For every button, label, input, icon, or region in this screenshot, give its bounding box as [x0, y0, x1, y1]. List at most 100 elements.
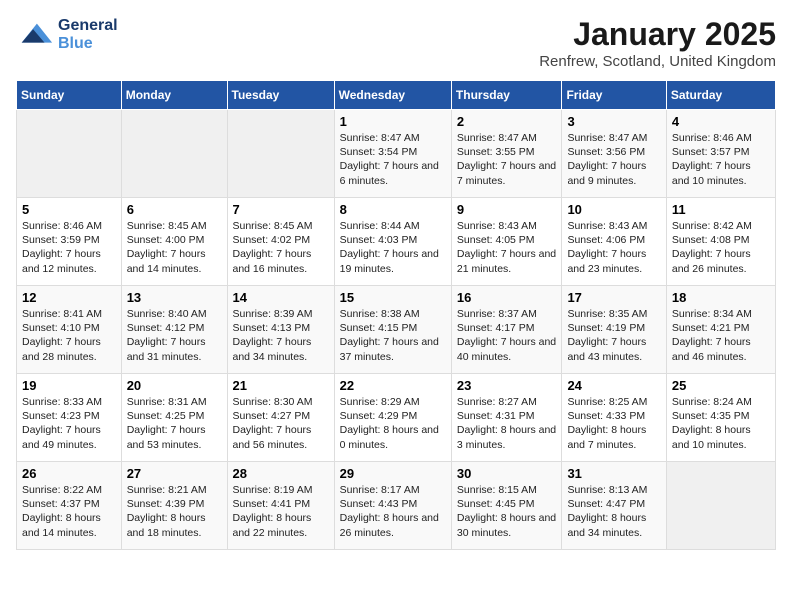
logo: General Blue: [16, 16, 118, 54]
day-number: 21: [233, 378, 329, 393]
header-saturday: Saturday: [666, 81, 775, 110]
calendar-table: SundayMondayTuesdayWednesdayThursdayFrid…: [16, 80, 776, 550]
day-number: 7: [233, 202, 329, 217]
calendar-cell: 30Sunrise: 8:15 AMSunset: 4:45 PMDayligh…: [451, 462, 562, 550]
calendar-cell: 26 Sunrise: 8:22 AMSunset: 4:37 PMDayligh…: [17, 462, 122, 550]
calendar-cell: 16Sunrise: 8:37 AMSunset: 4:17 PMDayligh…: [451, 286, 562, 374]
day-info: Sunrise: 8:46 AMSunset: 3:57 PMDaylight:…: [672, 131, 770, 188]
calendar-cell: 12 Sunrise: 8:41 AMSunset: 4:10 PMDayligh…: [17, 286, 122, 374]
calendar-cell: 31 Sunrise: 8:13 AMSunset: 4:47 PMDayligh…: [562, 462, 666, 550]
day-info: Sunrise: 8:13 AMSunset: 4:47 PMDaylight:…: [567, 483, 660, 540]
day-info: Sunrise: 8:39 AMSunset: 4:13 PMDaylight:…: [233, 307, 329, 364]
day-info: Sunrise: 8:41 AMSunset: 4:10 PMDaylight:…: [22, 307, 116, 364]
day-info: Sunrise: 8:19 AMSunset: 4:41 PMDaylight:…: [233, 483, 329, 540]
header-tuesday: Tuesday: [227, 81, 334, 110]
day-number: 5: [22, 202, 116, 217]
day-info: Sunrise: 8:15 AMSunset: 4:45 PMDaylight:…: [457, 483, 557, 540]
calendar-cell: 14 Sunrise: 8:39 AMSunset: 4:13 PMDayligh…: [227, 286, 334, 374]
calendar-cell: 21 Sunrise: 8:30 AMSunset: 4:27 PMDayligh…: [227, 374, 334, 462]
day-number: 20: [127, 378, 222, 393]
day-info: Sunrise: 8:38 AMSunset: 4:15 PMDaylight:…: [340, 307, 446, 364]
calendar-cell: 13Sunrise: 8:40 AMSunset: 4:12 PMDayligh…: [121, 286, 227, 374]
day-number: 22: [340, 378, 446, 393]
day-info: Sunrise: 8:47 AMSunset: 3:54 PMDaylight:…: [340, 131, 446, 188]
day-info: Sunrise: 8:44 AMSunset: 4:03 PMDaylight:…: [340, 219, 446, 276]
day-number: 3: [567, 114, 660, 129]
day-info: Sunrise: 8:43 AMSunset: 4:05 PMDaylight:…: [457, 219, 557, 276]
logo-icon: [16, 16, 54, 54]
calendar-cell: [227, 110, 334, 198]
day-info: Sunrise: 8:30 AMSunset: 4:27 PMDaylight:…: [233, 395, 329, 452]
day-info: Sunrise: 8:45 AMSunset: 4:00 PMDaylight:…: [127, 219, 222, 276]
day-info: Sunrise: 8:21 AMSunset: 4:39 PMDaylight:…: [127, 483, 222, 540]
day-number: 11: [672, 202, 770, 217]
day-info: Sunrise: 8:47 AMSunset: 3:56 PMDaylight:…: [567, 131, 660, 188]
calendar-cell: 3 Sunrise: 8:47 AMSunset: 3:56 PMDaylight…: [562, 110, 666, 198]
calendar-cell: 24 Sunrise: 8:25 AMSunset: 4:33 PMDayligh…: [562, 374, 666, 462]
day-number: 31: [567, 466, 660, 481]
day-info: Sunrise: 8:35 AMSunset: 4:19 PMDaylight:…: [567, 307, 660, 364]
day-info: Sunrise: 8:27 AMSunset: 4:31 PMDaylight:…: [457, 395, 557, 452]
calendar-cell: 23 Sunrise: 8:27 AMSunset: 4:31 PMDayligh…: [451, 374, 562, 462]
day-number: 6: [127, 202, 222, 217]
calendar-cell: 6 Sunrise: 8:45 AMSunset: 4:00 PMDaylight…: [121, 198, 227, 286]
header-thursday: Thursday: [451, 81, 562, 110]
calendar-cell: 15 Sunrise: 8:38 AMSunset: 4:15 PMDayligh…: [334, 286, 451, 374]
title-block: January 2025 Renfrew, Scotland, United K…: [539, 16, 776, 70]
page-title: January 2025: [539, 16, 776, 53]
day-number: 13: [127, 290, 222, 305]
page-subtitle: Renfrew, Scotland, United Kingdom: [539, 53, 776, 70]
day-number: 28: [233, 466, 329, 481]
calendar-cell: 1 Sunrise: 8:47 AMSunset: 3:54 PMDaylight…: [334, 110, 451, 198]
calendar-header-row: SundayMondayTuesdayWednesdayThursdayFrid…: [17, 81, 776, 110]
day-info: Sunrise: 8:37 AMSunset: 4:17 PMDaylight:…: [457, 307, 557, 364]
day-number: 23: [457, 378, 557, 393]
day-number: 24: [567, 378, 660, 393]
calendar-week-1: 1 Sunrise: 8:47 AMSunset: 3:54 PMDaylight…: [17, 110, 776, 198]
day-number: 15: [340, 290, 446, 305]
calendar-cell: 20 Sunrise: 8:31 AMSunset: 4:25 PMDayligh…: [121, 374, 227, 462]
header-sunday: Sunday: [17, 81, 122, 110]
calendar-cell: 29 Sunrise: 8:17 AMSunset: 4:43 PMDayligh…: [334, 462, 451, 550]
logo-blue: Blue: [58, 35, 118, 53]
calendar-cell: 8 Sunrise: 8:44 AMSunset: 4:03 PMDaylight…: [334, 198, 451, 286]
day-info: Sunrise: 8:34 AMSunset: 4:21 PMDaylight:…: [672, 307, 770, 364]
day-number: 8: [340, 202, 446, 217]
day-number: 12: [22, 290, 116, 305]
calendar-cell: 28 Sunrise: 8:19 AMSunset: 4:41 PMDayligh…: [227, 462, 334, 550]
calendar-cell: 18Sunrise: 8:34 AMSunset: 4:21 PMDayligh…: [666, 286, 775, 374]
calendar-week-2: 5Sunrise: 8:46 AMSunset: 3:59 PMDaylight…: [17, 198, 776, 286]
day-info: Sunrise: 8:45 AMSunset: 4:02 PMDaylight:…: [233, 219, 329, 276]
day-number: 27: [127, 466, 222, 481]
calendar-cell: 11 Sunrise: 8:42 AMSunset: 4:08 PMDayligh…: [666, 198, 775, 286]
calendar-cell: 4 Sunrise: 8:46 AMSunset: 3:57 PMDaylight…: [666, 110, 775, 198]
day-number: 26: [22, 466, 116, 481]
day-number: 29: [340, 466, 446, 481]
day-number: 9: [457, 202, 557, 217]
day-info: Sunrise: 8:17 AMSunset: 4:43 PMDaylight:…: [340, 483, 446, 540]
day-number: 19: [22, 378, 116, 393]
header-wednesday: Wednesday: [334, 81, 451, 110]
day-info: Sunrise: 8:25 AMSunset: 4:33 PMDaylight:…: [567, 395, 660, 452]
calendar-cell: [17, 110, 122, 198]
day-info: Sunrise: 8:42 AMSunset: 4:08 PMDaylight:…: [672, 219, 770, 276]
calendar-week-3: 12 Sunrise: 8:41 AMSunset: 4:10 PMDayligh…: [17, 286, 776, 374]
calendar-cell: [121, 110, 227, 198]
day-number: 14: [233, 290, 329, 305]
calendar-cell: 27 Sunrise: 8:21 AMSunset: 4:39 PMDayligh…: [121, 462, 227, 550]
day-info: Sunrise: 8:47 AMSunset: 3:55 PMDaylight:…: [457, 131, 557, 188]
calendar-cell: 2 Sunrise: 8:47 AMSunset: 3:55 PMDaylight…: [451, 110, 562, 198]
day-number: 4: [672, 114, 770, 129]
logo-general: General: [58, 17, 118, 35]
calendar-cell: 7 Sunrise: 8:45 AMSunset: 4:02 PMDaylight…: [227, 198, 334, 286]
day-info: Sunrise: 8:31 AMSunset: 4:25 PMDaylight:…: [127, 395, 222, 452]
header-monday: Monday: [121, 81, 227, 110]
day-number: 2: [457, 114, 557, 129]
day-number: 1: [340, 114, 446, 129]
day-info: Sunrise: 8:22 AMSunset: 4:37 PMDaylight:…: [22, 483, 116, 540]
calendar-cell: 17 Sunrise: 8:35 AMSunset: 4:19 PMDayligh…: [562, 286, 666, 374]
day-number: 17: [567, 290, 660, 305]
calendar-cell: 5Sunrise: 8:46 AMSunset: 3:59 PMDaylight…: [17, 198, 122, 286]
day-info: Sunrise: 8:24 AMSunset: 4:35 PMDaylight:…: [672, 395, 770, 452]
page-header: General Blue January 2025 Renfrew, Scotl…: [16, 16, 776, 70]
